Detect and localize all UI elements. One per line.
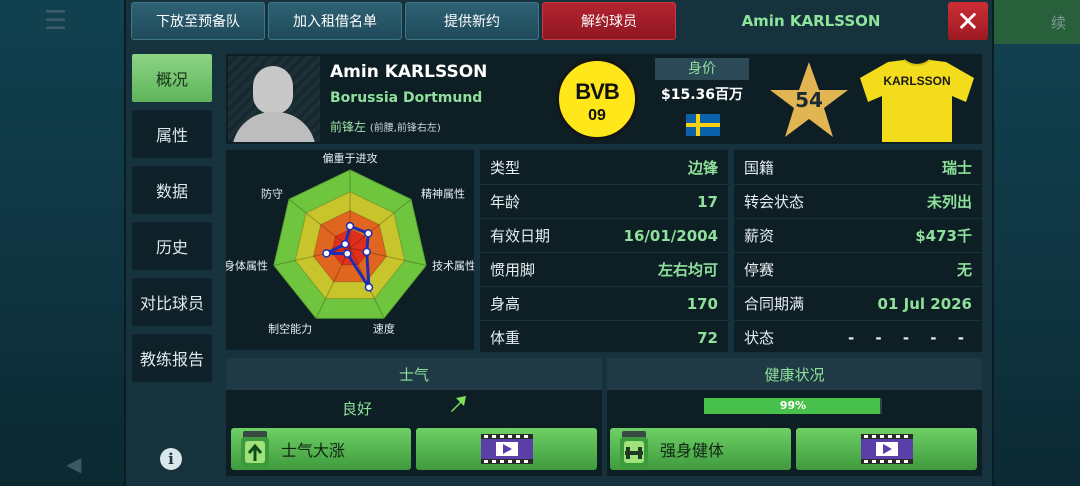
fitness-boost-button[interactable]: 强身健体 <box>610 428 791 470</box>
background-continue-button: 续 <box>988 0 1080 44</box>
info-right-row: 停赛 无 <box>734 252 982 286</box>
value-label: 身价 <box>655 58 749 80</box>
fitness-boost-icon <box>620 431 648 467</box>
release-player-button[interactable]: 解约球员 <box>542 2 676 40</box>
nation-flag-icon <box>686 114 720 136</box>
info-right-value: 无 <box>956 261 972 279</box>
player-rating: 54 <box>795 88 823 112</box>
info-left-value: 72 <box>697 328 718 347</box>
info-right-row: 状态 - - - - - <box>734 320 982 354</box>
info-left-label: 类型 <box>490 158 521 177</box>
radar-label: 身体属性 <box>226 258 268 272</box>
morale-title: 士气 <box>226 358 602 390</box>
health-title: 健康状况 <box>607 358 982 390</box>
info-left-value: 170 <box>686 294 718 313</box>
morale-up-arrow-icon <box>451 396 466 412</box>
tab-attributes[interactable]: 属性 <box>132 110 212 158</box>
send-to-reserves-button[interactable]: 下放至预备队 <box>131 2 265 40</box>
radar-point <box>362 247 371 257</box>
video-ad-icon <box>860 434 913 464</box>
radar-label: 技术属性 <box>432 258 474 272</box>
info-right-label: 停赛 <box>744 261 775 279</box>
radar-label: 制空能力 <box>268 321 312 335</box>
info-left-label: 惯用脚 <box>490 261 536 279</box>
health-bar: 99% <box>704 398 882 414</box>
menu-icon: ☰ <box>44 6 68 36</box>
info-left-value: 左右均可 <box>657 261 718 279</box>
close-button[interactable]: ✕ <box>948 2 988 40</box>
shirt-icon <box>860 59 974 142</box>
back-icon: ◀ <box>66 452 82 476</box>
player-title: Amin KARLSSON <box>741 12 881 30</box>
tab-history[interactable]: 历史 <box>132 222 212 270</box>
info-left-value: 17 <box>697 192 718 211</box>
radar-point <box>343 249 352 258</box>
morale-video-button[interactable] <box>416 428 597 470</box>
info-right-row: 国籍 瑞士 <box>734 150 982 184</box>
info-right-value: 01 Jul 2026 <box>877 294 972 313</box>
attribute-radar: 偏重于进攻精神属性技术属性速度 制空能力 身体属性 防守 <box>224 150 476 350</box>
info-right-row: 合同期满 01 Jul 2026 <box>734 286 982 320</box>
tab-overview[interactable]: 概况 <box>132 54 212 102</box>
info-right-label: 薪资 <box>744 227 775 245</box>
player-value: $15.36百万 <box>660 87 744 103</box>
info-left-value: 边锋 <box>687 158 718 177</box>
info-table-left: 类型 边锋年龄 17 有效日期 16/01/2004 惯用脚 左右均可身高 170 体重 72 <box>480 150 728 352</box>
info-left-label: 身高 <box>490 295 521 313</box>
info-left-row: 年龄 17 <box>480 184 728 218</box>
tab-coach-report[interactable]: 教练报告 <box>132 334 212 382</box>
radar-label: 偏重于进攻 <box>323 151 378 165</box>
morale-value: 良好 <box>342 400 373 418</box>
info-left-row: 类型 边锋 <box>480 150 728 184</box>
info-right-value: 未列出 <box>926 193 972 211</box>
health-percent: 99% <box>779 399 807 412</box>
info-right-label: 国籍 <box>744 158 775 177</box>
info-left-row: 体重 72 <box>480 320 728 354</box>
info-left-label: 体重 <box>490 329 521 347</box>
radar-label: 速度 <box>373 321 395 335</box>
morale-boost-button[interactable]: 士气大涨 <box>231 428 411 470</box>
info-table-right: 国籍 瑞士转会状态 未列出薪资 $473千停赛 无合同期满 01 Jul 2026 状态 - … <box>734 150 982 352</box>
health-video-button[interactable] <box>796 428 977 470</box>
info-right-value: 瑞士 <box>941 158 972 177</box>
close-icon: ✕ <box>956 4 980 38</box>
tab-stats[interactable]: 数据 <box>132 166 212 214</box>
info-left-value: 16/01/2004 <box>623 226 718 245</box>
info-icon[interactable]: i <box>160 448 182 470</box>
radar-point <box>340 239 350 249</box>
info-left-row: 惯用脚 左右均可 <box>480 252 728 286</box>
player-club[interactable]: Borussia Dortmund <box>330 90 482 106</box>
offer-contract-button[interactable]: 提供新约 <box>405 2 539 40</box>
info-right-label: 转会状态 <box>744 193 805 211</box>
club-badge: BVB 09 <box>556 58 638 140</box>
info-left-row: 身高 170 <box>480 286 728 320</box>
info-right-value: - - - - - <box>847 328 972 347</box>
tab-compare-player[interactable]: 对比球员 <box>132 278 212 326</box>
info-right-row: 薪资 $473千 <box>734 218 982 252</box>
radar-label: 精神属性 <box>421 186 465 200</box>
info-left-label: 有效日期 <box>490 227 551 245</box>
player-name: Amin KARLSSON <box>330 62 488 82</box>
radar-point <box>364 283 374 292</box>
info-left-label: 年龄 <box>490 193 521 211</box>
radar-point <box>364 229 373 238</box>
info-right-row: 转会状态 未列出 <box>734 184 982 218</box>
add-to-loan-list-button[interactable]: 加入租借名单 <box>268 2 402 40</box>
player-avatar <box>228 56 320 142</box>
info-right-value: $473千 <box>915 227 972 245</box>
radar-label: 防守 <box>261 186 283 200</box>
radar-point <box>322 249 331 258</box>
info-right-label: 合同期满 <box>744 295 805 313</box>
shirt-name: KARLSSON <box>883 74 951 88</box>
player-position: 前锋左 (前腰,前锋右左) <box>330 120 441 134</box>
background-right <box>980 0 1080 486</box>
video-ad-icon <box>480 434 533 464</box>
info-right-label: 状态 <box>744 329 775 347</box>
info-left-row: 有效日期 16/01/2004 <box>480 218 728 252</box>
radar-point <box>345 221 355 231</box>
background-left: ☰ ◀ <box>0 0 128 486</box>
morale-boost-icon <box>241 431 269 467</box>
